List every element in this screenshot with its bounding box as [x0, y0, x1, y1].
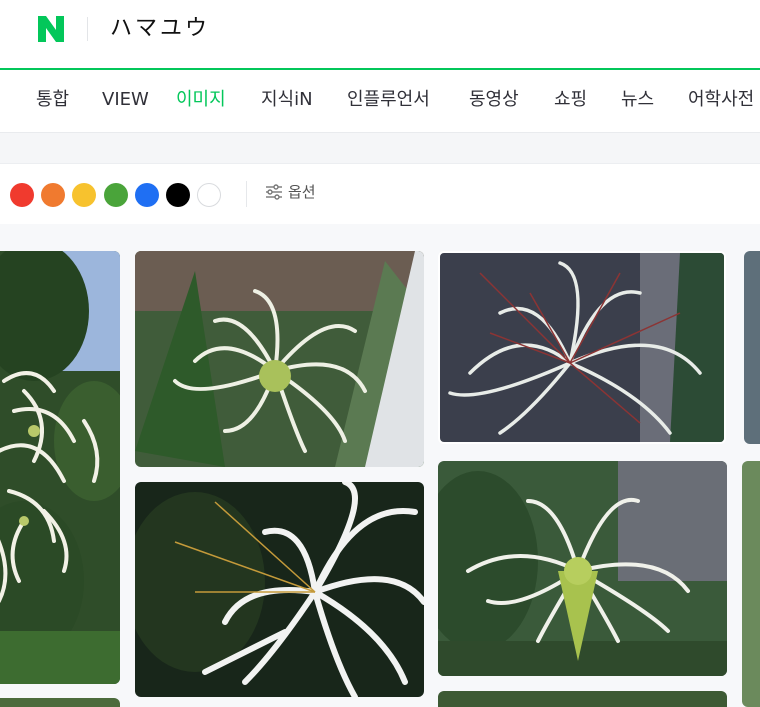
tab-images[interactable]: 이미지: [176, 88, 226, 112]
color-filter-bar: 옵션: [0, 163, 760, 225]
tab-dictionary[interactable]: 어학사전: [688, 88, 754, 112]
image-thumb-5b[interactable]: [742, 461, 760, 707]
search-query[interactable]: ハマユウ: [110, 14, 210, 44]
tab-influencer[interactable]: 인플루언서: [347, 88, 430, 112]
image-grid: [0, 224, 760, 707]
image-1-photo: [0, 251, 120, 684]
image-thumb-1b[interactable]: [0, 698, 120, 707]
color-yellow-swatch[interactable]: [72, 183, 96, 207]
image-thumb-5[interactable]: [438, 461, 727, 676]
color-green-swatch[interactable]: [104, 183, 128, 207]
tab-video[interactable]: 동영상: [469, 88, 519, 112]
image-thumb-1[interactable]: [0, 251, 120, 684]
tab-news[interactable]: 뉴스: [621, 88, 654, 112]
color-blue-swatch[interactable]: [135, 183, 159, 207]
image-thumb-3[interactable]: [438, 251, 726, 444]
image-thumb-6[interactable]: [438, 691, 727, 707]
image-5-photo: [438, 461, 727, 676]
color-orange-swatch[interactable]: [41, 183, 65, 207]
image-thumb-3b[interactable]: [744, 251, 760, 444]
image-2-photo: [135, 251, 424, 467]
color-black-swatch[interactable]: [166, 183, 190, 207]
tab-knowledge-in[interactable]: 지식iN: [261, 88, 313, 112]
tab-view[interactable]: VIEW: [102, 88, 149, 112]
tab-integrated[interactable]: 통합: [36, 88, 69, 112]
tab-shopping[interactable]: 쇼핑: [554, 88, 587, 112]
color-red-swatch[interactable]: [10, 183, 34, 207]
image-4-photo: [135, 482, 424, 697]
header-divider: [87, 17, 88, 41]
image-thumb-2[interactable]: [135, 251, 424, 467]
header: N ハマユウ: [0, 0, 760, 68]
image-3-photo: [440, 253, 724, 442]
options-button[interactable]: 옵션: [288, 181, 316, 203]
sliders-icon[interactable]: [265, 183, 283, 201]
image-thumb-4[interactable]: [135, 482, 424, 697]
filter-divider: [246, 181, 247, 207]
search-tabs: 통합 VIEW 이미지 지식iN 인플루언서 동영상 쇼핑 뉴스 어학사전: [0, 70, 760, 133]
naver-logo-icon[interactable]: N: [36, 14, 66, 44]
color-white-swatch[interactable]: [197, 183, 221, 207]
